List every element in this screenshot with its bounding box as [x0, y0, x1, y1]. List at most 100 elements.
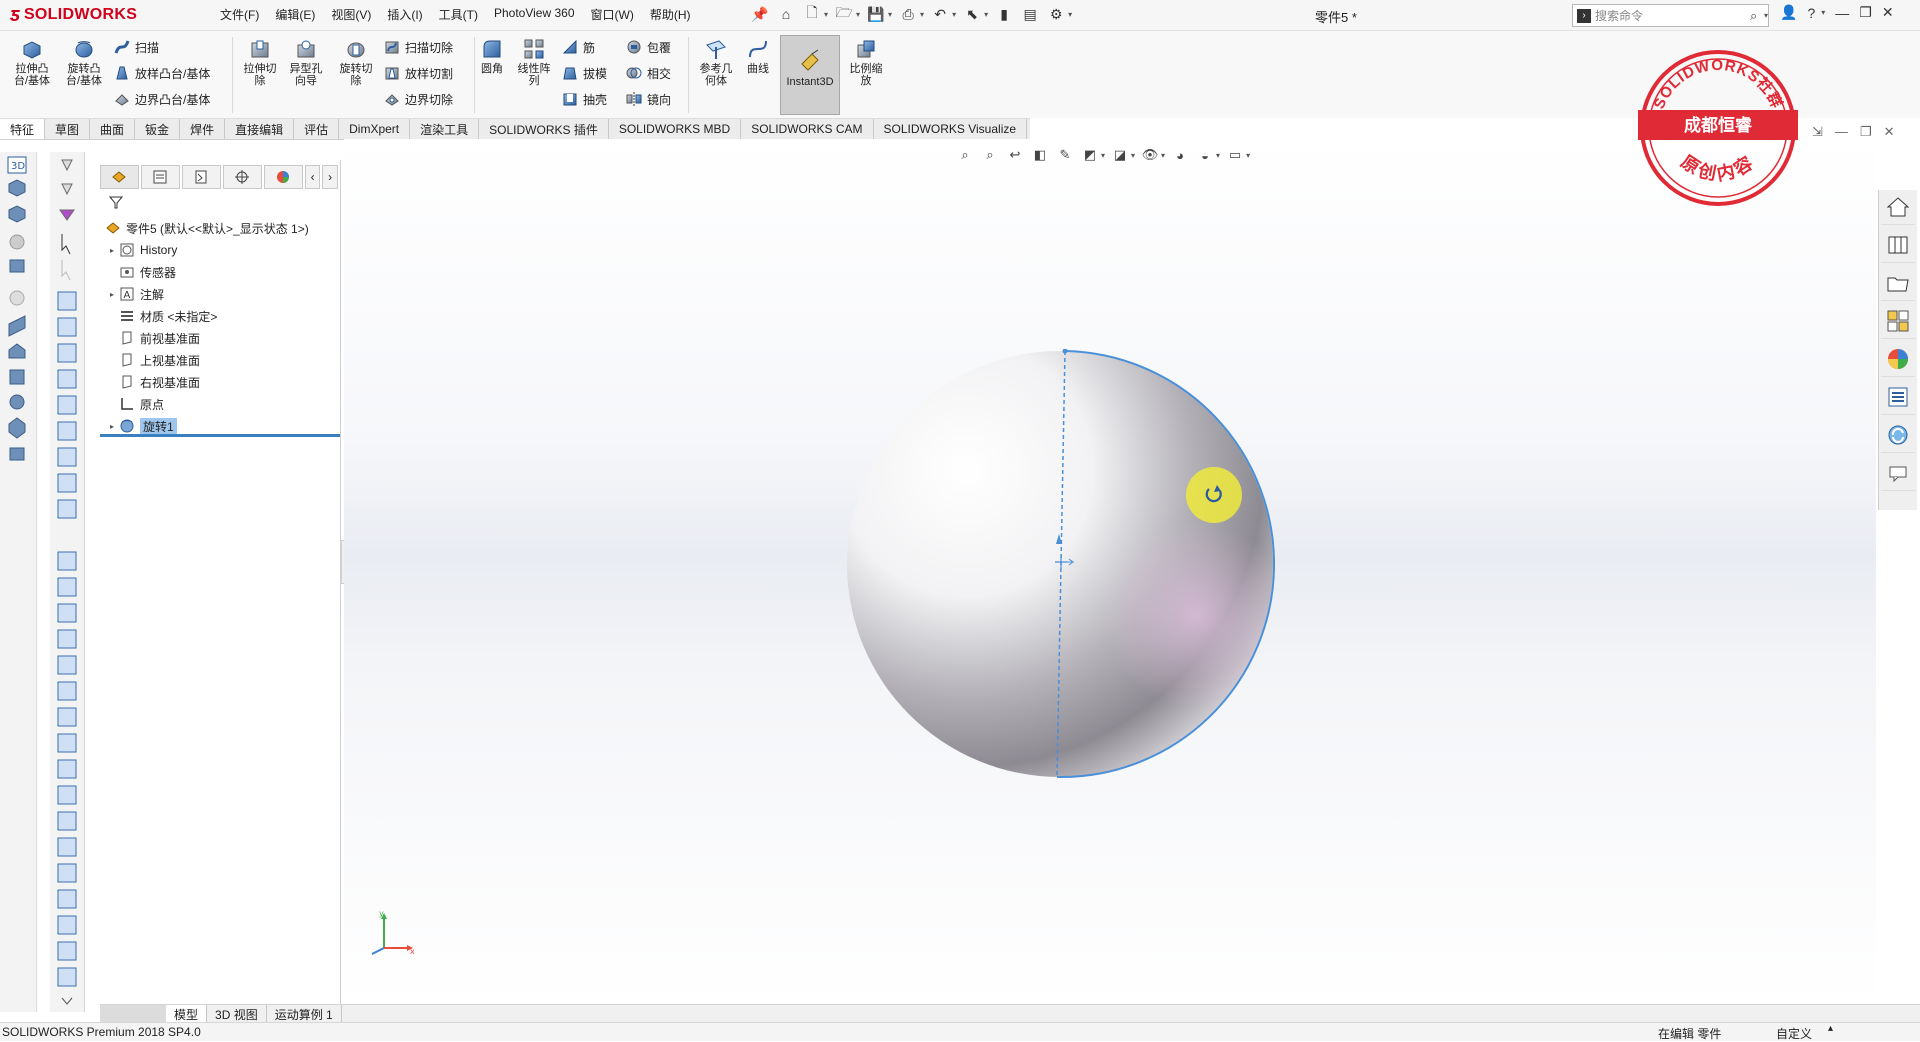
sketch-tool-icon[interactable] [57, 889, 77, 909]
viewport-expand-icon[interactable]: ⇲ [1812, 124, 1823, 140]
reference-geometry-button[interactable]: 参考几 何体 [692, 37, 740, 87]
options-gear-icon[interactable]: ⚙ [1046, 4, 1066, 24]
tab-cam[interactable]: SOLIDWORKS CAM [741, 119, 874, 139]
scene-dropdown-icon[interactable]: ▾ [1216, 151, 1220, 160]
menu-window[interactable]: 窗口(W) [591, 6, 634, 23]
viewport-restore-icon[interactable]: ❐ [1860, 124, 1872, 140]
apply-scene-icon[interactable]: ◒ [1195, 145, 1215, 165]
hide-show-items-icon[interactable]: 👁 [1140, 145, 1160, 165]
design-library-tab[interactable] [1881, 228, 1915, 263]
dimxpert-tab-icon[interactable] [222, 165, 262, 189]
view-palette-tab[interactable] [1881, 304, 1915, 339]
sweep-cut-button[interactable]: 扫描切除 [384, 36, 453, 58]
sketch-tool-icon[interactable] [57, 759, 77, 779]
zoom-to-fit-icon[interactable]: ⌕ [955, 145, 975, 165]
sketch-tool-icon[interactable] [57, 681, 77, 701]
expand-icon[interactable]: ▸ [105, 290, 119, 299]
tab-model[interactable]: 模型 [166, 1005, 208, 1023]
minimize-icon[interactable]: — [1835, 5, 1849, 21]
viewport-close-icon[interactable]: ✕ [1884, 124, 1895, 140]
linear-pattern-button[interactable]: 线性阵 列 [510, 37, 558, 87]
tool-icon[interactable] [9, 394, 25, 410]
file-explorer-tab[interactable] [1881, 266, 1915, 301]
sketch-tool-icon[interactable] [57, 343, 77, 363]
loft-boss-button[interactable]: 放样凸台/基体 [114, 62, 210, 84]
boundary-boss-button[interactable]: 边界凸台/基体 [114, 88, 210, 110]
menu-photoview[interactable]: PhotoView 360 [494, 6, 575, 23]
tab-mbd[interactable]: SOLIDWORKS MBD [609, 119, 742, 139]
tab-scroll-left-icon[interactable]: ‹ [304, 165, 321, 189]
tool-icon[interactable] [8, 315, 26, 337]
tab-3d-views[interactable]: 3D 视图 [207, 1005, 267, 1023]
tree-item-sensors[interactable]: 传感器 [105, 262, 176, 282]
tool-icon[interactable] [8, 179, 26, 197]
view-settings-icon[interactable]: ▭ [1225, 145, 1245, 165]
filter-tool-icon[interactable] [61, 183, 73, 196]
tool-icon[interactable] [8, 417, 26, 439]
viewport-minimize-icon[interactable]: — [1835, 124, 1848, 140]
rib-button[interactable]: 筋 [562, 36, 595, 58]
sketch-tool-icon[interactable] [57, 707, 77, 727]
tree-item-material[interactable]: 材质 <未指定> [105, 306, 217, 326]
unit-system[interactable]: 自定义 [1776, 1025, 1812, 1042]
instant3d-button[interactable]: Instant3D [780, 35, 840, 115]
sketch-tool-icon[interactable] [57, 733, 77, 753]
sketch-tool-icon[interactable] [57, 317, 77, 337]
solidworks-logo[interactable]: ƽ SOLIDWORKS [10, 2, 206, 28]
tab-features[interactable]: 特征 [0, 119, 46, 139]
sketch-tool-icon[interactable] [57, 629, 77, 649]
save-dropdown-icon[interactable]: ▾ [888, 10, 892, 19]
menu-file[interactable]: 文件(F) [220, 6, 259, 23]
dynamic-annotation-icon[interactable]: ✎ [1055, 145, 1075, 165]
new-document-icon[interactable]: 🗋 [802, 4, 822, 24]
print-dropdown-icon[interactable]: ▾ [920, 10, 924, 19]
sphere-model[interactable] [845, 349, 1275, 779]
save-icon[interactable]: 💾 [866, 4, 886, 24]
filter-tool-icon[interactable] [61, 159, 73, 172]
tab-navigation-arrows[interactable] [100, 1005, 166, 1023]
zoom-to-area-icon[interactable]: ⌕ [980, 145, 1000, 165]
sketch-tool-icon[interactable] [57, 551, 77, 571]
tool-icon[interactable] [9, 447, 25, 461]
print-icon[interactable]: ⎙ [898, 4, 918, 24]
restore-icon[interactable]: ❐ [1859, 4, 1872, 21]
select-tool-icon[interactable] [61, 234, 71, 255]
configurationmanager-tab-icon[interactable] [181, 165, 221, 189]
sketch-tool-icon[interactable] [57, 447, 77, 467]
tab-dimxpert[interactable]: DimXpert [339, 119, 411, 139]
tab-weldments[interactable]: 焊件 [180, 119, 226, 139]
tree-item-revolve1[interactable]: ▸ 旋转1 [105, 416, 177, 436]
help-icon[interactable]: ? [1807, 5, 1815, 21]
loft-cut-button[interactable]: 放样切割 [384, 62, 453, 84]
select-arrow-icon[interactable]: ⬉ [962, 4, 982, 24]
open-folder-icon[interactable]: 🗁 [834, 4, 854, 24]
search-dropdown-icon[interactable]: ▾ [1764, 11, 1768, 20]
hole-wizard-button[interactable]: 异型孔 向导 [282, 37, 330, 87]
view-orientation-icon[interactable]: ◩ [1080, 145, 1100, 165]
hide-show-dropdown-icon[interactable]: ▾ [1161, 151, 1165, 160]
pin-icon[interactable]: 📌 [750, 4, 770, 24]
boundary-cut-button[interactable]: 边界切除 [384, 88, 453, 110]
tool-icon[interactable] [8, 343, 26, 359]
sweep-button[interactable]: 扫描 [114, 36, 159, 58]
display-style-icon[interactable]: ◪ [1110, 145, 1130, 165]
custom-properties-tab[interactable] [1881, 380, 1915, 415]
home-icon[interactable]: ⌂ [776, 4, 796, 24]
display-style-dropdown-icon[interactable]: ▾ [1131, 151, 1135, 160]
sketch-tool-icon[interactable] [57, 915, 77, 935]
tree-filter-icon[interactable] [108, 194, 124, 210]
tool-icon[interactable] [9, 234, 25, 250]
sketch-tool-icon[interactable] [57, 655, 77, 675]
tab-evaluate[interactable]: 评估 [294, 119, 340, 139]
open-dropdown-icon[interactable]: ▾ [856, 10, 860, 19]
user-icon[interactable]: 👤 [1780, 4, 1797, 21]
tool-icon[interactable] [8, 205, 26, 223]
options-dropdown-icon[interactable]: ▾ [1068, 10, 1072, 19]
tree-item-origin[interactable]: 原点 [105, 394, 164, 414]
tab-visualize[interactable]: SOLIDWORKS Visualize [874, 119, 1028, 139]
select-tool-icon[interactable] [61, 260, 71, 281]
tab-motion-study[interactable]: 运动算例 1 [267, 1005, 342, 1023]
rollback-bar[interactable] [100, 434, 340, 437]
sketch-tool-icon[interactable] [57, 941, 77, 961]
previous-view-icon[interactable]: ↩ [1005, 145, 1025, 165]
